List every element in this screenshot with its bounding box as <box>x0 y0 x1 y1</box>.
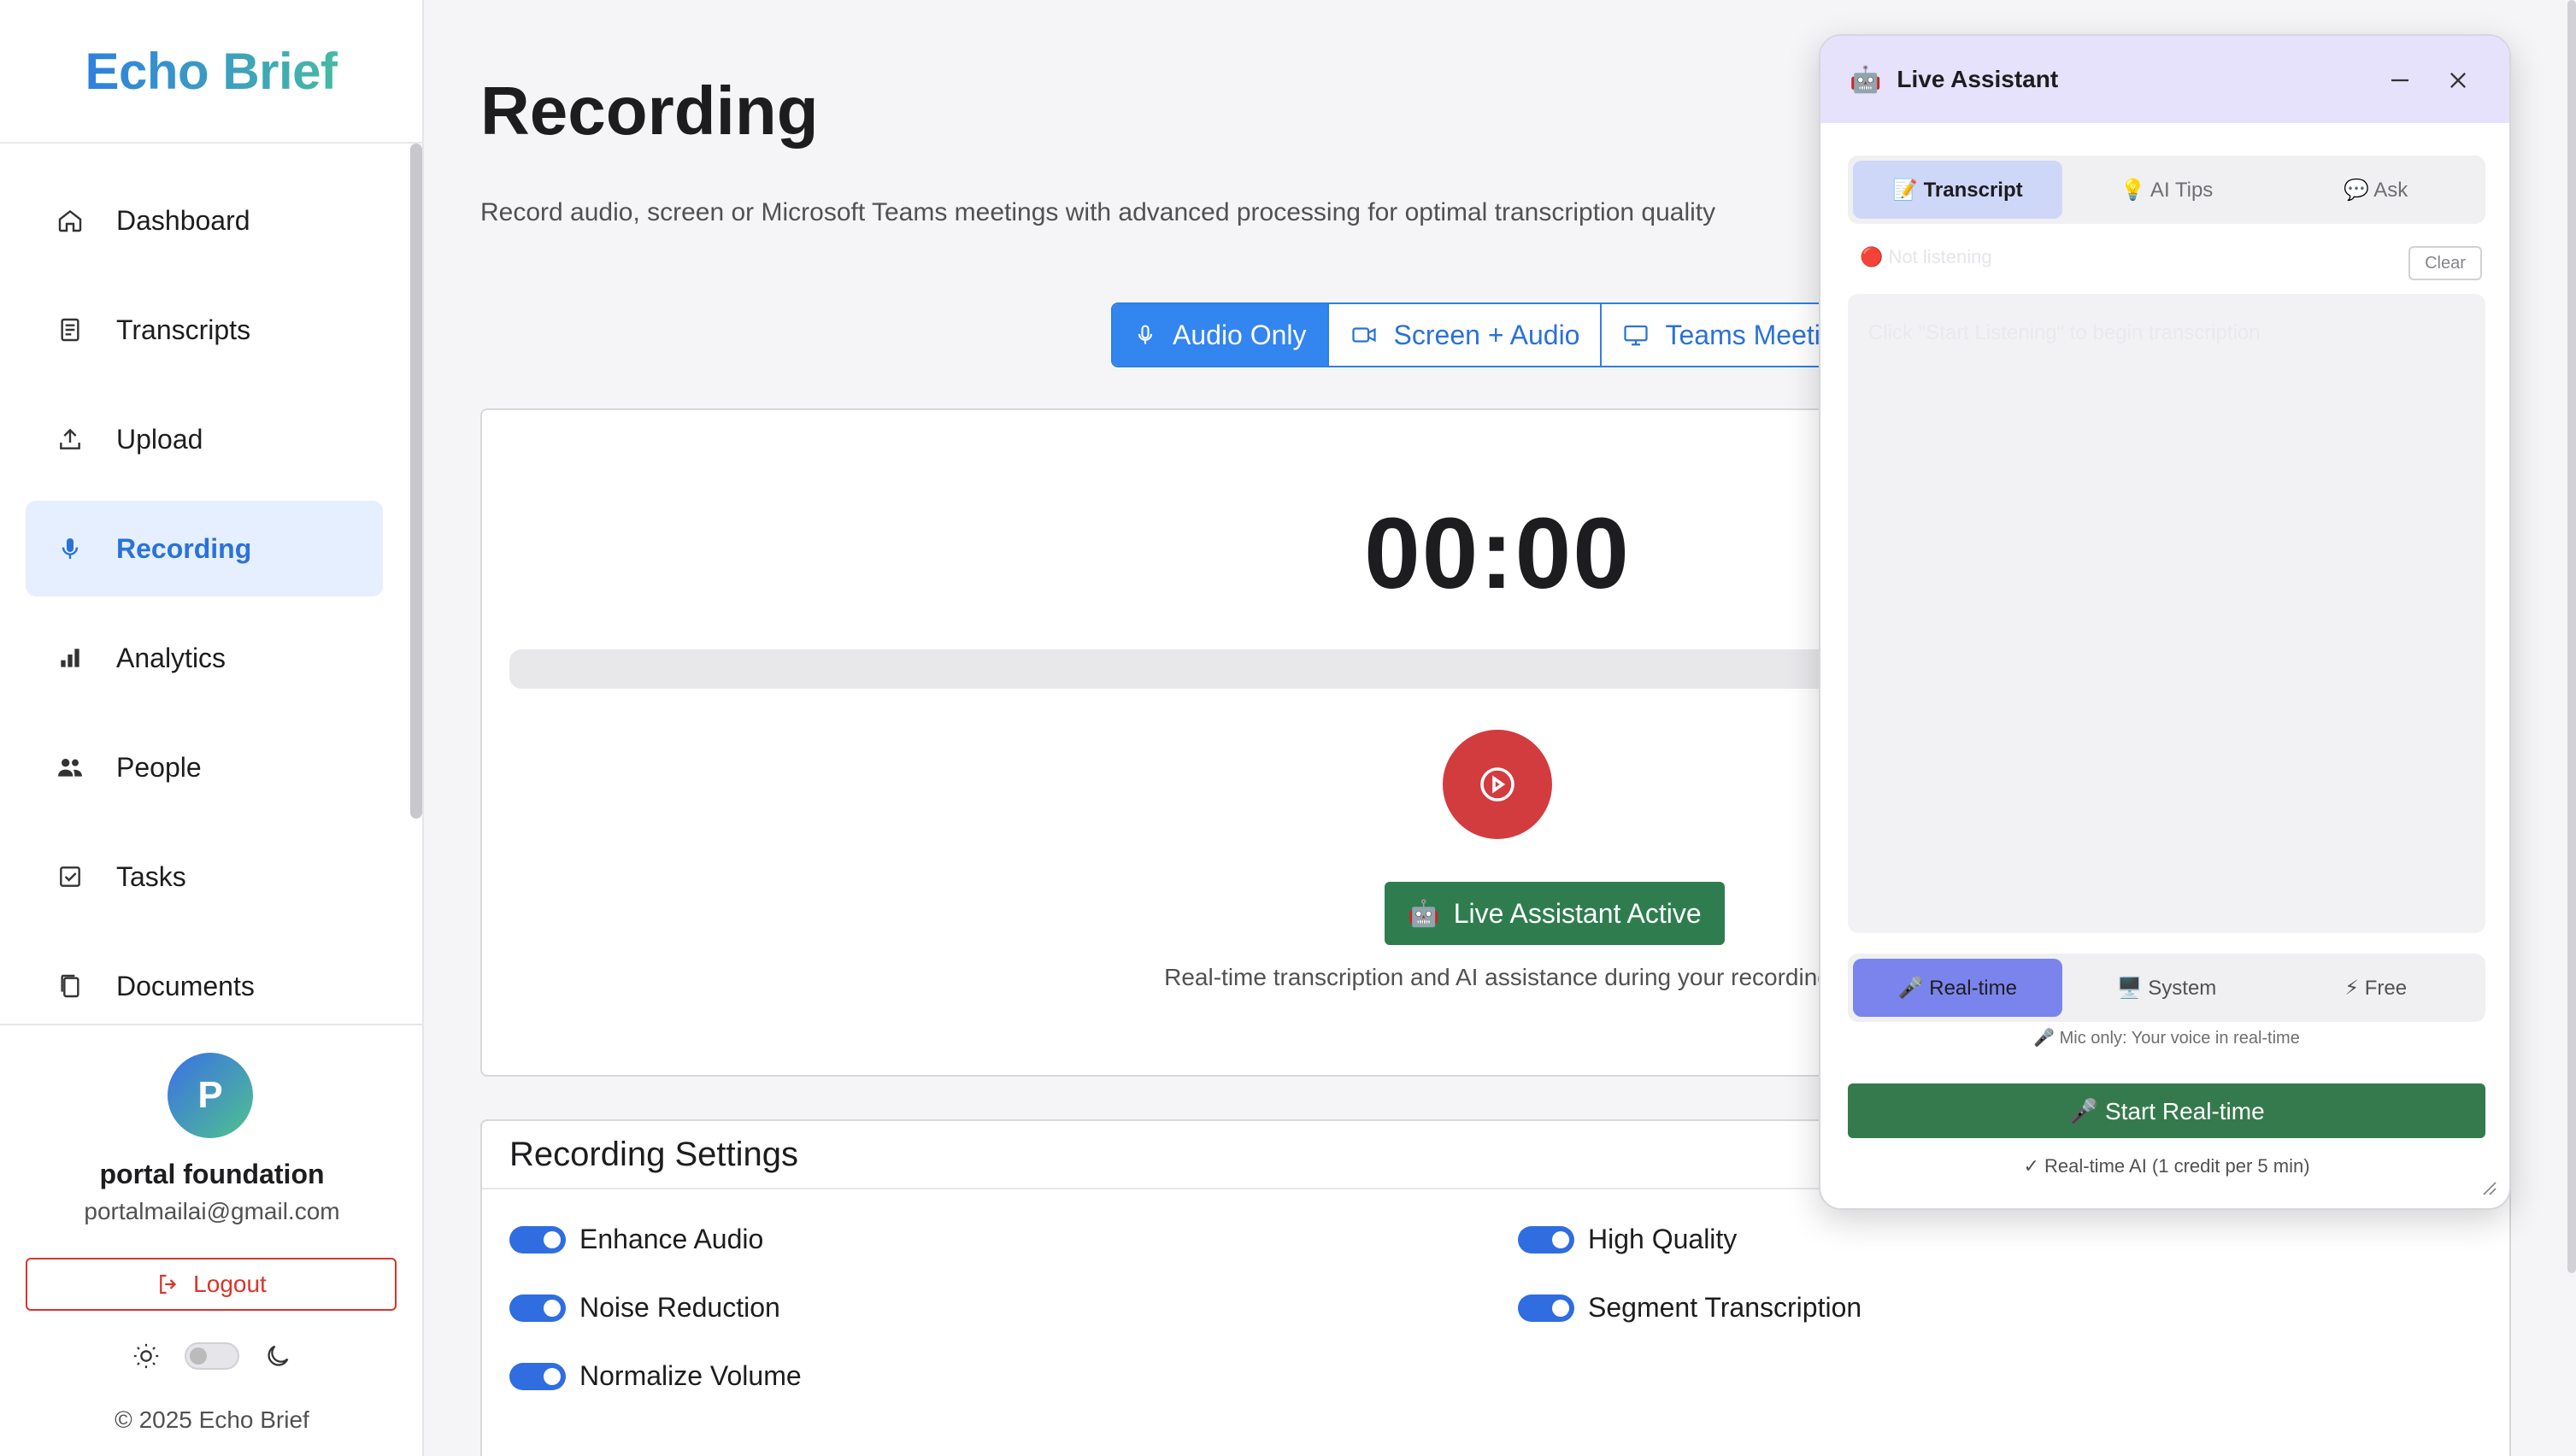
live-assistant-panel: 🤖 Live Assistant 📝 Transcript 💡 AI Tips … <box>1819 34 2511 1210</box>
start-recording-button[interactable] <box>1443 730 1552 839</box>
logout-label: Logout <box>193 1271 267 1297</box>
setting-label: Noise Reduction <box>579 1292 780 1323</box>
sidebar-item-transcripts[interactable]: Transcripts <box>26 282 383 378</box>
mode-screen-audio-button[interactable]: Screen + Audio <box>1329 304 1603 366</box>
app-logo[interactable]: Echo Brief <box>85 42 338 101</box>
sidebar-item-people[interactable]: People <box>26 719 383 815</box>
home-icon <box>53 203 87 238</box>
noise-reduction-toggle[interactable] <box>509 1294 566 1322</box>
assistant-tabs: 📝 Transcript 💡 AI Tips 💬 Ask <box>1848 156 2485 224</box>
tab-transcript[interactable]: 📝 Transcript <box>1853 161 2062 219</box>
robot-icon: 🤖 <box>1408 899 1440 928</box>
microphone-icon <box>1138 325 1153 344</box>
enhance-audio-toggle[interactable] <box>509 1225 566 1253</box>
transcript-area[interactable] <box>1848 294 2485 933</box>
mode-system[interactable]: 🖥️ System <box>2062 959 2272 1017</box>
setting-label: Enhance Audio <box>579 1224 764 1254</box>
setting-label: Segment Transcription <box>1588 1292 1862 1323</box>
mode-label: Screen + Audio <box>1393 319 1580 350</box>
sidebar-item-label: Tasks <box>116 860 186 892</box>
live-assistant-title: Live Assistant <box>1897 66 2059 92</box>
video-camera-icon <box>1351 327 1376 343</box>
monitor-icon <box>1624 325 1649 346</box>
high-quality-toggle[interactable] <box>1518 1225 1574 1253</box>
segment-transcription-toggle[interactable] <box>1518 1294 1574 1322</box>
bar-chart-icon <box>53 641 87 675</box>
sidebar-nav: Dashboard Transcripts Upload Recording A… <box>0 144 410 1024</box>
mode-real-time[interactable]: 🎤 Real-time <box>1853 959 2062 1017</box>
mode-free[interactable]: ⚡ Free <box>2271 959 2480 1017</box>
profile-section: P portal foundation portalmailai@gmail.c… <box>0 1024 424 1456</box>
clear-button[interactable]: Clear <box>2408 246 2482 280</box>
sidebar-item-upload[interactable]: Upload <box>26 391 383 487</box>
tab-ask[interactable]: 💬 Ask <box>2271 161 2480 219</box>
minimize-icon <box>2391 79 2408 82</box>
setting-noise-reduction[interactable]: Noise Reduction <box>509 1292 780 1324</box>
sidebar-scrollbar[interactable] <box>410 144 422 819</box>
credit-note: ✓ Real-time AI (1 credit per 5 min) <box>2023 1155 2310 1177</box>
setting-normalize-volume[interactable]: Normalize Volume <box>509 1360 802 1392</box>
profile-email: portalmailai@gmail.com <box>84 1198 340 1224</box>
people-icon <box>53 750 87 784</box>
mic-note: 🎤 Mic only: Your voice in real-time <box>2033 1029 2300 1048</box>
page-subtitle: Record audio, screen or Microsoft Teams … <box>480 198 1716 226</box>
checkbox-icon <box>53 860 87 894</box>
play-circle-icon <box>1480 767 1514 801</box>
setting-enhance-audio[interactable]: Enhance Audio <box>509 1224 763 1255</box>
live-assistant-label: Live Assistant Active <box>1453 897 1702 929</box>
setting-high-quality[interactable]: High Quality <box>1518 1224 1737 1255</box>
setting-label: High Quality <box>1588 1224 1738 1254</box>
close-icon <box>2450 73 2466 88</box>
live-assistant-header[interactable]: 🤖 Live Assistant <box>1820 36 2509 123</box>
resize-handle-icon[interactable] <box>2477 1176 2497 1196</box>
sidebar-item-label: Upload <box>116 423 203 455</box>
copy-icon <box>53 969 87 1003</box>
live-assistant-active-button[interactable]: 🤖 Live Assistant Active <box>1385 882 1725 945</box>
microphone-icon <box>53 531 87 566</box>
sidebar-item-documents[interactable]: Documents <box>26 938 383 1024</box>
copyright: © 2025 Echo Brief <box>115 1406 309 1433</box>
setting-label: Normalize Volume <box>579 1360 802 1391</box>
assistant-mode-selector: 🎤 Real-time 🖥️ System ⚡ Free <box>1848 954 2485 1022</box>
logout-icon <box>160 1274 177 1295</box>
sidebar-item-label: Dashboard <box>116 204 250 236</box>
tab-ai-tips[interactable]: 💡 AI Tips <box>2062 161 2272 219</box>
recording-mode-selector: Audio Only Screen + Audio Teams Meeting <box>1111 302 1873 367</box>
close-button[interactable] <box>2444 67 2472 94</box>
setting-segment-transcription[interactable]: Segment Transcription <box>1518 1292 1861 1324</box>
page-title: Recording <box>480 73 819 149</box>
sun-icon <box>133 1343 159 1369</box>
sidebar-item-label: Transcripts <box>116 314 251 345</box>
transcript-hint: Click "Start Listening" to begin transcr… <box>1868 321 2261 344</box>
sidebar-item-dashboard[interactable]: Dashboard <box>26 173 383 268</box>
robot-icon: 🤖 <box>1850 65 1882 94</box>
theme-toggle-row <box>0 1342 424 1371</box>
sidebar-item-label: Analytics <box>116 642 226 673</box>
document-icon <box>53 313 87 347</box>
minimize-button[interactable] <box>2386 67 2414 94</box>
sidebar-item-label: Recording <box>116 532 252 564</box>
sidebar-item-label: People <box>116 751 202 783</box>
mode-label: Audio Only <box>1173 319 1307 350</box>
normalize-volume-toggle[interactable] <box>509 1362 566 1390</box>
mode-audio-only-button[interactable]: Audio Only <box>1113 304 1329 366</box>
sidebar-item-tasks[interactable]: Tasks <box>26 829 383 925</box>
page-scrollbar[interactable] <box>2567 0 2576 1273</box>
listening-status: 🔴 Not listening <box>1860 246 1992 267</box>
logout-button[interactable]: Logout <box>26 1258 397 1311</box>
brand: Echo Brief <box>0 0 422 144</box>
upload-icon <box>53 422 87 456</box>
sidebar: Echo Brief Dashboard Transcripts Upload … <box>0 0 424 1456</box>
avatar[interactable]: P <box>168 1053 253 1138</box>
start-real-time-button[interactable]: 🎤 Start Real-time <box>1848 1083 2485 1138</box>
sidebar-item-analytics[interactable]: Analytics <box>26 610 383 706</box>
sidebar-item-label: Documents <box>116 970 255 1001</box>
profile-name: portal foundation <box>99 1159 325 1189</box>
moon-icon <box>268 1345 289 1366</box>
sidebar-item-recording[interactable]: Recording <box>26 501 383 596</box>
theme-toggle[interactable] <box>185 1342 239 1370</box>
